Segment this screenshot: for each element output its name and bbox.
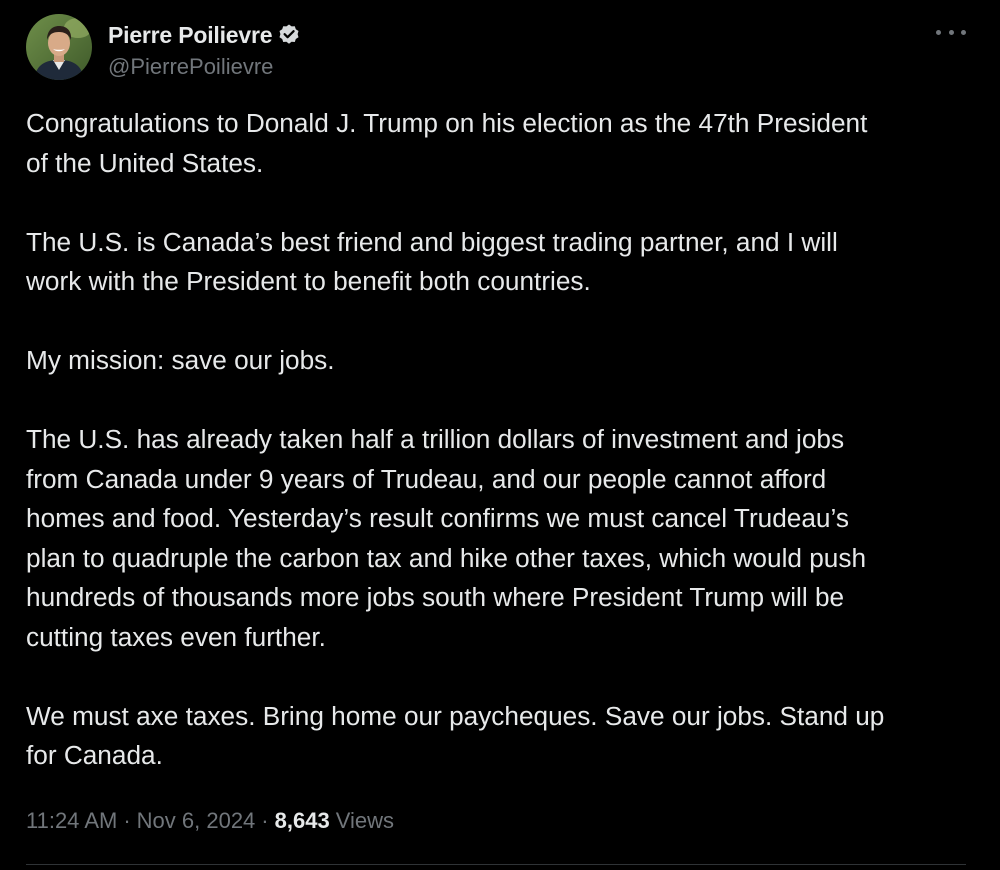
tweet-paragraph: We must axe taxes. Bring home our payche… <box>26 700 885 771</box>
views-count: 8,643 <box>274 808 330 833</box>
avatar[interactable] <box>26 14 92 80</box>
tweet: Pierre Poilievre @PierrePoilievre Congra… <box>0 0 1000 870</box>
verified-badge-icon[interactable] <box>277 23 301 47</box>
handle[interactable]: @PierrePoilievre <box>108 54 301 80</box>
avatar-image <box>26 14 92 80</box>
author-names: Pierre Poilievre @PierrePoilievre <box>108 20 301 80</box>
separator: · <box>123 808 131 833</box>
tweet-paragraph: The U.S. has already taken half a trilli… <box>26 424 867 652</box>
display-name[interactable]: Pierre Poilievre <box>108 22 272 49</box>
tweet-time[interactable]: 11:24 AM <box>26 808 117 834</box>
tweet-paragraph: The U.S. is Canada’s best friend and big… <box>26 226 838 297</box>
dot <box>936 29 941 35</box>
separator: · <box>261 808 269 833</box>
divider <box>26 864 966 865</box>
tweet-header: Pierre Poilievre @PierrePoilievre <box>26 14 301 84</box>
tweet-text: Congratulations to Donald J. Trump on hi… <box>26 104 971 776</box>
more-options-icon[interactable] <box>936 22 966 42</box>
name-row: Pierre Poilievre <box>108 20 301 50</box>
tweet-paragraph: Congratulations to Donald J. Trump on hi… <box>26 108 868 178</box>
dot <box>948 29 954 35</box>
dot <box>961 29 966 35</box>
tweet-date[interactable]: Nov 6, 2024 <box>137 808 256 834</box>
tweet-paragraph: My mission: save our jobs. <box>26 345 335 375</box>
tweet-meta: 11:24 AM · Nov 6, 2024 · 8,643 Views <box>26 808 394 834</box>
views-label: Views <box>335 808 394 833</box>
